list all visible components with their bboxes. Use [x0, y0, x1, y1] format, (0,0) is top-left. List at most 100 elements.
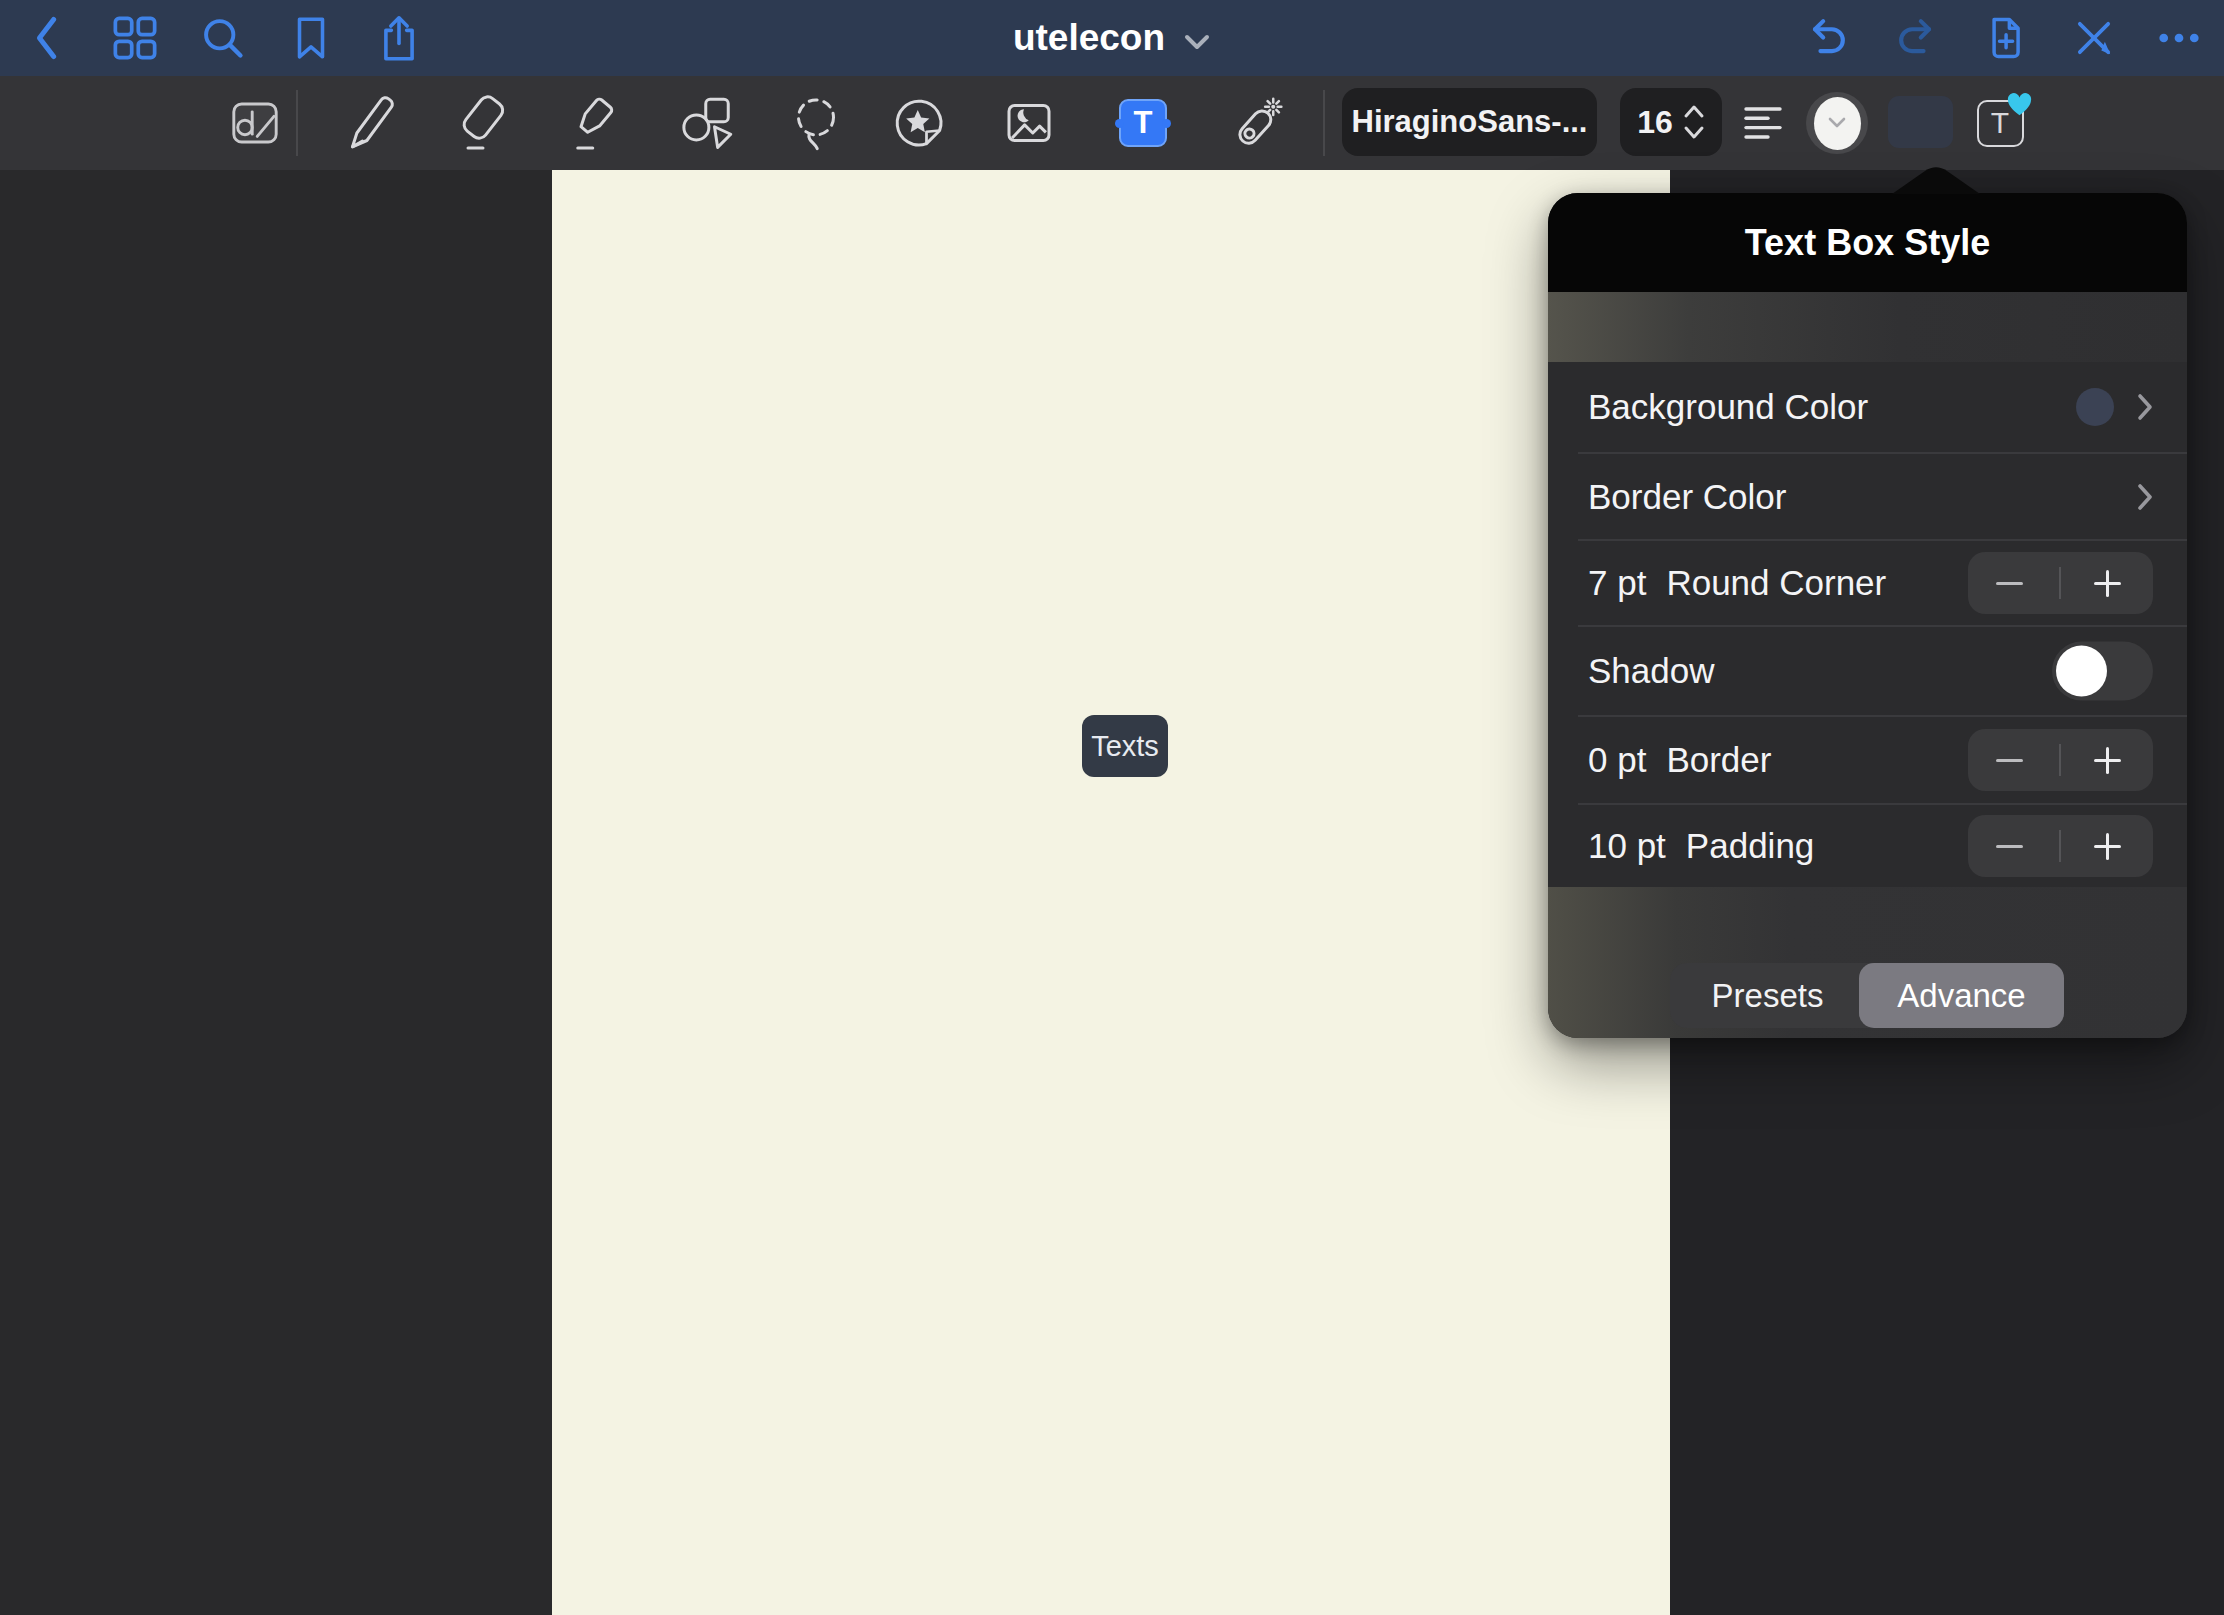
row-border-color[interactable]: Border Color	[1548, 454, 2187, 539]
segmented-control: Presets Advance	[1670, 963, 2064, 1028]
row-label: Padding	[1686, 826, 1814, 866]
lasso-tool[interactable]	[786, 76, 846, 170]
undo-button[interactable]	[1802, 0, 1852, 76]
segment-presets-label: Presets	[1712, 977, 1824, 1015]
plus-button-v[interactable]	[2106, 833, 2110, 860]
chevron-down-icon	[1183, 32, 1211, 52]
plus-button-v[interactable]	[2106, 747, 2110, 774]
toolbar-separator	[296, 90, 298, 156]
minus-button[interactable]	[1996, 759, 2023, 763]
pen-mode-toggle-button[interactable]	[2069, 0, 2119, 76]
toggle-knob	[2056, 646, 2107, 697]
page-title: utelecon	[1013, 17, 1165, 59]
back-button[interactable]	[24, 0, 68, 76]
row-border-width: 0 pt Border	[1548, 717, 2187, 803]
segment-advance-label: Advance	[1897, 977, 2025, 1015]
shapes-tool[interactable]	[677, 76, 737, 170]
sticker-icon	[889, 93, 949, 153]
image-icon	[999, 93, 1059, 153]
selection-handle-right	[1162, 119, 1171, 128]
canvas-background-left	[0, 170, 552, 1615]
top-navigation-bar: utelecon	[0, 0, 2224, 76]
pen-icon	[340, 93, 400, 153]
shapes-icon	[677, 93, 737, 153]
handwriting-mode-button[interactable]	[226, 76, 284, 170]
popover-preview-band	[1548, 292, 2187, 362]
popover-title: Text Box Style	[1745, 222, 1990, 264]
text-box-style-popover: Text Box Style Background Color Border C…	[1548, 193, 2187, 1038]
bookmark-button[interactable]	[286, 0, 336, 76]
document-title[interactable]: utelecon	[1000, 0, 1224, 76]
text-tool[interactable]: T	[1115, 76, 1171, 170]
laser-pointer-icon	[1227, 93, 1287, 153]
chevron-right-icon	[2137, 393, 2153, 421]
document-page[interactable]	[552, 170, 1670, 1615]
laser-tool[interactable]	[1227, 76, 1287, 170]
round-corner-stepper	[1968, 552, 2153, 614]
minus-button[interactable]	[1996, 582, 2023, 586]
color-ring	[1806, 92, 1868, 154]
text-align-button[interactable]	[1740, 76, 1786, 170]
chevron-right-icon	[2137, 483, 2153, 511]
redo-button[interactable]	[1892, 0, 1942, 76]
row-round-corner: 7 ptRound Corner	[1548, 541, 2187, 625]
text-tool-glyph: T	[1134, 105, 1153, 141]
share-icon	[375, 14, 423, 62]
stepper-divider	[2059, 567, 2061, 599]
add-page-icon	[1981, 14, 2029, 62]
row-background-color[interactable]: Background Color	[1548, 362, 2187, 452]
redo-icon	[1893, 14, 1941, 62]
row-label: Background Color	[1588, 387, 1868, 427]
chevron-down-small-icon	[1827, 117, 1847, 129]
segment-presets[interactable]: Presets	[1670, 963, 1865, 1028]
search-icon	[199, 14, 247, 62]
share-button[interactable]	[374, 0, 424, 76]
highlighter-tool[interactable]	[564, 76, 624, 170]
selection-handle-left	[1115, 119, 1124, 128]
plus-button-v[interactable]	[2106, 570, 2110, 597]
handwriting-icon	[226, 94, 284, 152]
textbox-style-button[interactable]	[1888, 96, 1953, 148]
size-up-down-icon	[1683, 104, 1705, 140]
bookmark-icon	[288, 14, 334, 62]
textbox-format-t: T	[1977, 100, 2024, 147]
row-value: 7 pt	[1588, 563, 1646, 603]
font-size-stepper[interactable]: 16	[1620, 88, 1722, 156]
row-label: Shadow	[1588, 651, 1714, 691]
image-tool[interactable]	[999, 76, 1059, 170]
row-value: 0 pt	[1588, 740, 1646, 780]
pen-x-icon	[2070, 14, 2118, 62]
more-button[interactable]	[2154, 0, 2204, 76]
font-size-value: 16	[1637, 104, 1673, 141]
textbox-format-button[interactable]: T	[1975, 76, 2025, 170]
stepper-divider	[2059, 830, 2061, 862]
highlighter-icon	[564, 93, 624, 153]
sticker-tool[interactable]	[889, 76, 949, 170]
row-label: Border	[1666, 740, 1771, 780]
undo-icon	[1803, 14, 1851, 62]
font-family-button[interactable]: HiraginoSans-...	[1342, 88, 1597, 156]
segment-advance[interactable]: Advance	[1859, 963, 2064, 1028]
eraser-icon	[453, 93, 513, 153]
shadow-toggle[interactable]	[2052, 642, 2153, 701]
font-family-label: HiraginoSans-...	[1352, 104, 1588, 140]
row-shadow: Shadow	[1548, 627, 2187, 715]
eraser-tool[interactable]	[453, 76, 513, 170]
pen-tool[interactable]	[340, 76, 400, 170]
popover-footer: Presets Advance	[1548, 887, 2187, 1038]
add-page-button[interactable]	[1980, 0, 2030, 76]
search-button[interactable]	[198, 0, 248, 76]
align-left-icon	[1742, 102, 1784, 144]
textbox-object[interactable]: Texts	[1082, 715, 1168, 777]
lasso-icon	[786, 93, 846, 153]
minus-button[interactable]	[1996, 845, 2023, 849]
ellipsis-icon	[2155, 14, 2203, 62]
row-value: 10 pt	[1588, 826, 1666, 866]
thumbnails-button[interactable]	[110, 0, 160, 76]
color-swatch-white	[1814, 97, 1861, 150]
grid-icon	[111, 14, 159, 62]
stepper-divider	[2059, 744, 2061, 776]
text-color-button[interactable]	[1806, 76, 1868, 170]
text-tool-selected: T	[1119, 99, 1167, 147]
heart-badge-icon	[2006, 93, 2033, 117]
